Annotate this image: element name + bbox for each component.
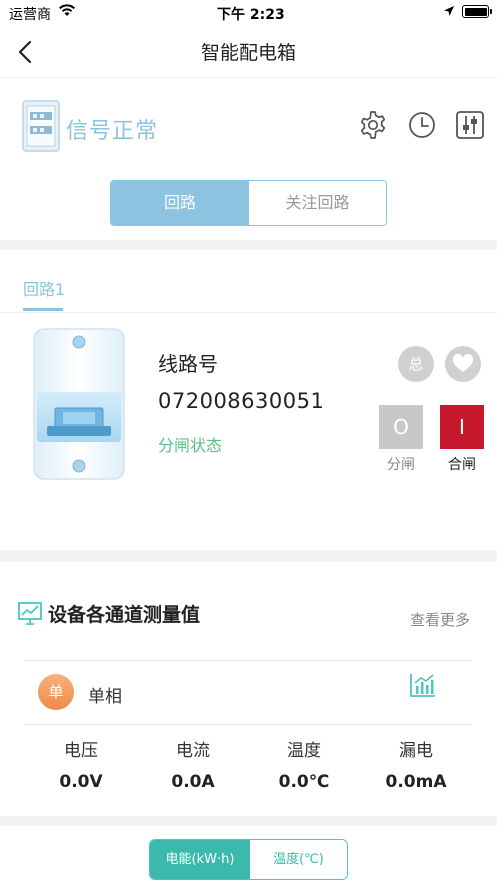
measurement-leakage: 漏电 0.0mA [361,736,471,792]
heart-icon [452,353,474,372]
phase-label: 单相 [88,687,122,707]
location-icon [443,5,455,21]
breaker-state-label: 分闸状态 [158,436,223,455]
divider [25,724,472,725]
phase-badge: 单 [38,674,74,710]
chevron-left-icon [18,40,32,64]
measurement-value: 0.0mA [385,772,447,792]
tab-loops[interactable]: 回路 [111,181,249,225]
battery-icon [462,5,489,18]
chart-type-toggle: 电能(kW·h) 温度(℃) [149,839,348,880]
tab-energy[interactable]: 电能(kW·h) [150,840,250,879]
breaker-illustration [33,328,125,480]
measurement-board-icon [17,600,43,626]
page-title: 智能配电箱 [200,42,296,64]
carrier-label: 运营商 [9,7,51,23]
measurement-current: 电流 0.0A [138,736,248,792]
close-switch-button[interactable]: I [440,405,484,449]
measurement-value: 0.0℃ [278,772,330,792]
signal-status-text: 信号正常 [66,119,159,144]
view-more-link[interactable]: 查看更多 [410,609,470,630]
line-number-value: 072008630051 [158,389,325,413]
measurement-voltage: 电压 0.0V [26,736,136,792]
section-divider [0,550,497,562]
back-button[interactable] [10,36,42,68]
tab-indicator [23,308,63,311]
measurement-value: 0.0V [59,772,103,792]
divider [25,660,472,661]
open-switch-button[interactable]: O [379,405,423,449]
loop-segment-control: 回路 关注回路 [110,180,387,226]
battery-tip [490,9,492,14]
wifi-icon [58,3,76,21]
status-bar: 运营商 下午 2:23 [0,0,497,26]
sliders-icon[interactable] [455,110,485,140]
measurement-name: 电压 [64,741,98,761]
tab-loop-1[interactable]: 回路1 [23,276,65,300]
nav-bar: 智能配电箱 [0,26,497,78]
trend-chart-icon[interactable] [409,672,437,698]
distribution-box-icon [22,100,60,152]
tab-temperature[interactable]: 温度(℃) [250,840,347,879]
measurement-name: 温度 [287,741,321,761]
tab-followed-loops[interactable]: 关注回路 [249,181,386,225]
measurement-name: 电流 [176,741,210,761]
close-switch-label: 合闸 [448,457,476,473]
settings-icon[interactable] [358,110,388,140]
tab-divider [0,312,497,313]
measurement-temperature: 温度 0.0℃ [249,736,359,792]
section-divider [0,816,497,826]
clock-icon[interactable] [407,110,437,140]
status-time: 下午 2:23 [217,7,285,23]
favorite-button[interactable] [445,346,481,382]
line-number-label: 线路号 [158,352,218,376]
section-divider [0,240,497,250]
measurement-value: 0.0A [171,772,215,792]
master-badge[interactable]: 总 [398,346,434,382]
open-switch-label: 分闸 [387,457,415,473]
measurement-name: 漏电 [399,741,433,761]
measurement-title: 设备各通道测量值 [48,604,201,626]
